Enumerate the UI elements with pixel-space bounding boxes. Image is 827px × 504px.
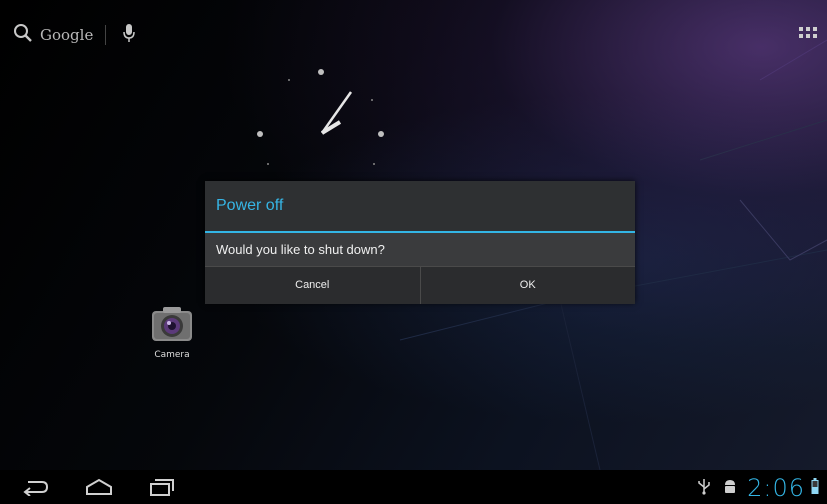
recents-icon[interactable]	[148, 478, 176, 500]
dialog-title: Power off	[205, 181, 635, 233]
ok-button[interactable]: OK	[421, 267, 636, 304]
search-icon	[12, 22, 34, 48]
analog-clock-widget[interactable]	[252, 64, 392, 178]
status-area[interactable]: 2:06	[697, 473, 819, 503]
mic-icon[interactable]	[122, 22, 136, 48]
cancel-button[interactable]: Cancel	[205, 267, 420, 304]
home-icon[interactable]	[84, 478, 114, 500]
system-navigation-bar: 2:06	[0, 470, 827, 504]
app-label: Camera	[154, 350, 190, 360]
search-divider	[105, 25, 107, 45]
android-debug-icon	[723, 477, 737, 499]
search-label: Google	[40, 26, 94, 44]
back-icon[interactable]	[22, 478, 50, 500]
battery-icon	[811, 477, 819, 499]
dialog-button-bar: Cancel OK	[205, 266, 635, 304]
dialog-message: Would you like to shut down?	[205, 233, 635, 266]
usb-icon	[697, 477, 711, 499]
power-off-dialog: Power off Would you like to shut down? C…	[205, 181, 635, 304]
status-time: 2:06	[747, 474, 805, 502]
apps-grid-icon[interactable]	[799, 26, 817, 46]
app-shortcut-camera[interactable]: Camera	[146, 305, 198, 360]
google-search-bar[interactable]: Google	[12, 22, 136, 48]
camera-icon	[148, 307, 196, 347]
